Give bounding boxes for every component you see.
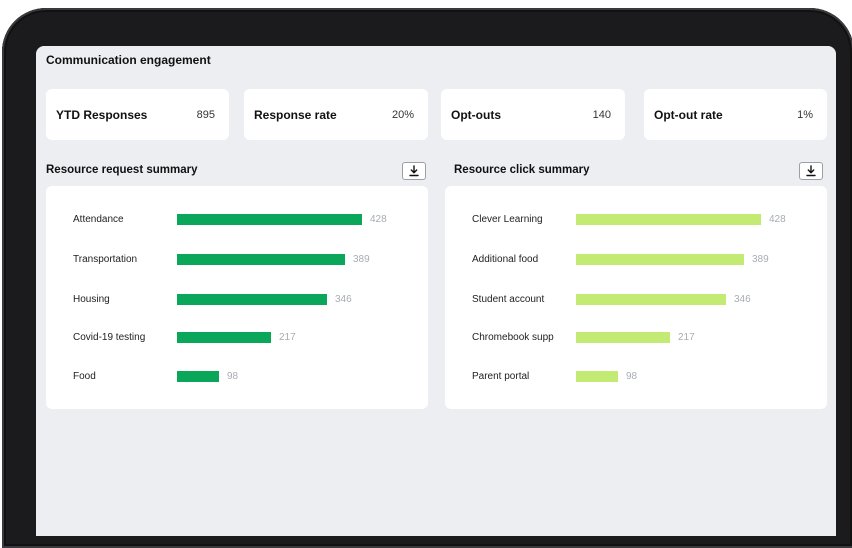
bar-label: Covid-19 testing xyxy=(73,332,146,343)
stat-label: Opt-outs xyxy=(451,107,501,122)
stat-value: 20% xyxy=(391,108,414,121)
download-icon xyxy=(409,165,419,177)
bar-label: Transportation xyxy=(73,254,138,265)
bar-value: 98 xyxy=(227,371,239,382)
stat-value: 895 xyxy=(196,108,215,121)
bar xyxy=(576,214,761,225)
request-summary-panel: Attendance 428 Transportation 389 Housing 346… xyxy=(46,186,428,409)
bar xyxy=(576,332,670,343)
bar-value: 428 xyxy=(370,214,387,225)
bar-row: Covid-19 testing 217 xyxy=(46,331,428,345)
stat-card-response-rate: Response rate 20% xyxy=(244,89,428,140)
stat-value: 140 xyxy=(592,108,611,121)
bar-row: Transportation 389 xyxy=(46,253,428,267)
stat-card-opt-out-rate: Opt-out rate 1% xyxy=(644,89,827,140)
bar-label: Student account xyxy=(472,294,545,305)
click-summary-title: Resource click summary xyxy=(454,164,590,176)
app-screen: Communication engagement YTD Responses 8… xyxy=(36,46,836,536)
bar xyxy=(177,214,362,225)
bar-row: Attendance 428 xyxy=(46,213,428,227)
bar-label: Housing xyxy=(73,294,110,305)
stat-value: 1% xyxy=(797,108,813,121)
stat-label: YTD Responses xyxy=(56,107,148,122)
download-icon xyxy=(806,165,816,177)
bar xyxy=(576,254,744,265)
bar-row: Additional food 389 xyxy=(445,253,827,267)
bar-row: Student account 346 xyxy=(445,293,827,307)
click-summary-panel: Clever Learning 428 Additional food 389 Stud… xyxy=(445,186,827,409)
click-download-button[interactable] xyxy=(799,162,823,180)
bar-value: 346 xyxy=(734,294,751,305)
bar-value: 428 xyxy=(769,214,786,225)
bar-row: Food 98 xyxy=(46,370,428,384)
page-title: Communication engagement xyxy=(46,53,211,67)
request-summary-title: Resource request summary xyxy=(46,164,198,176)
bar-row: Housing 346 xyxy=(46,293,428,307)
bar-row: Chromebook supp 217 xyxy=(445,331,827,345)
stat-card-ytd-responses: YTD Responses 895 xyxy=(46,89,229,140)
bar-value: 346 xyxy=(335,294,352,305)
bar-label: Food xyxy=(73,371,96,382)
tablet-frame: Communication engagement YTD Responses 8… xyxy=(2,8,852,548)
bar-value: 217 xyxy=(678,332,695,343)
stat-label: Opt-out rate xyxy=(654,107,723,122)
bar-row: Clever Learning 428 xyxy=(445,213,827,227)
bar-label: Additional food xyxy=(472,254,539,265)
request-download-button[interactable] xyxy=(402,162,426,180)
bar xyxy=(177,254,345,265)
bar xyxy=(576,294,726,305)
bar-label: Parent portal xyxy=(472,371,530,382)
bar xyxy=(177,332,271,343)
bar-value: 98 xyxy=(626,371,638,382)
bar-value: 389 xyxy=(353,254,370,265)
bar-value: 389 xyxy=(752,254,769,265)
bar-value: 217 xyxy=(279,332,296,343)
bar-label: Chromebook supp xyxy=(472,332,554,343)
bar-label: Attendance xyxy=(73,214,124,225)
bar-label: Clever Learning xyxy=(472,214,543,225)
bar-row: Parent portal 98 xyxy=(445,370,827,384)
bar xyxy=(177,294,327,305)
stat-label: Response rate xyxy=(254,107,337,122)
stat-card-opt-outs: Opt-outs 140 xyxy=(441,89,625,140)
bar xyxy=(177,371,219,382)
bar xyxy=(576,371,618,382)
